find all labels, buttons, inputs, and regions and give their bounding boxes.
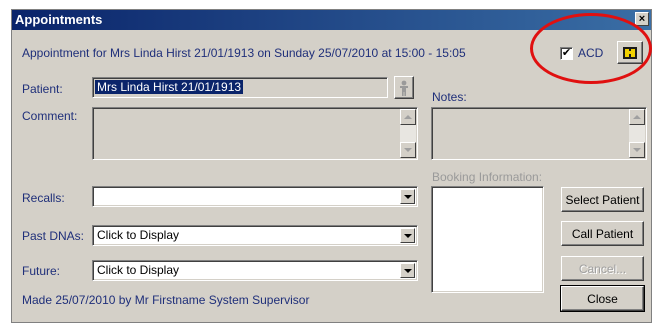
appointments-dialog: Appointments × Appointment for Mrs Linda… <box>11 9 652 323</box>
acd-button[interactable] <box>617 41 643 64</box>
booking-info-label: Booking Information: <box>432 170 543 184</box>
close-icon[interactable]: × <box>635 12 649 26</box>
booking-info-box[interactable] <box>431 186 544 293</box>
close-button[interactable]: Close <box>560 285 645 312</box>
patient-lookup-button[interactable] <box>394 76 414 99</box>
future-value: Click to Display <box>97 263 180 277</box>
patient-value: Mrs Linda Hirst 21/01/1913 <box>95 80 244 94</box>
scroll-down-icon[interactable] <box>629 142 645 158</box>
acd-checkbox[interactable]: ✔ <box>560 47 573 60</box>
chevron-down-icon[interactable] <box>400 189 415 204</box>
appointment-summary: Appointment for Mrs Linda Hirst 21/01/19… <box>22 46 466 60</box>
person-icon <box>400 80 408 96</box>
acd-icon <box>623 46 637 59</box>
call-patient-button[interactable]: Call Patient <box>561 221 644 246</box>
chevron-down-icon[interactable] <box>400 263 415 278</box>
past-dnas-label: Past DNAs: <box>22 229 85 243</box>
comment-scrollbar[interactable] <box>400 109 416 158</box>
chevron-down-icon[interactable] <box>400 228 415 243</box>
past-dnas-value: Click to Display <box>97 228 180 242</box>
scroll-down-icon[interactable] <box>400 142 416 158</box>
cancel-button[interactable]: Cancel... <box>561 256 644 281</box>
comment-textarea[interactable] <box>92 107 418 160</box>
recalls-dropdown[interactable] <box>92 186 418 207</box>
notes-label: Notes: <box>432 90 467 104</box>
future-label: Future: <box>22 264 61 278</box>
patient-field[interactable]: Mrs Linda Hirst 21/01/1913 <box>92 77 388 98</box>
select-patient-button[interactable]: Select Patient <box>561 187 644 212</box>
notes-textarea[interactable] <box>431 107 647 160</box>
title-bar: Appointments × <box>12 10 651 30</box>
comment-label: Comment: <box>22 109 78 123</box>
made-by-text: Made 25/07/2010 by Mr Firstname System S… <box>22 293 310 307</box>
recalls-label: Recalls: <box>22 191 65 205</box>
window-title: Appointments <box>15 12 103 27</box>
acd-label: ACD <box>578 46 604 60</box>
scroll-up-icon[interactable] <box>400 109 416 125</box>
past-dnas-dropdown[interactable]: Click to Display <box>92 225 418 246</box>
scroll-up-icon[interactable] <box>629 109 645 125</box>
future-dropdown[interactable]: Click to Display <box>92 260 418 281</box>
notes-scrollbar[interactable] <box>629 109 645 158</box>
patient-label: Patient: <box>22 82 63 96</box>
